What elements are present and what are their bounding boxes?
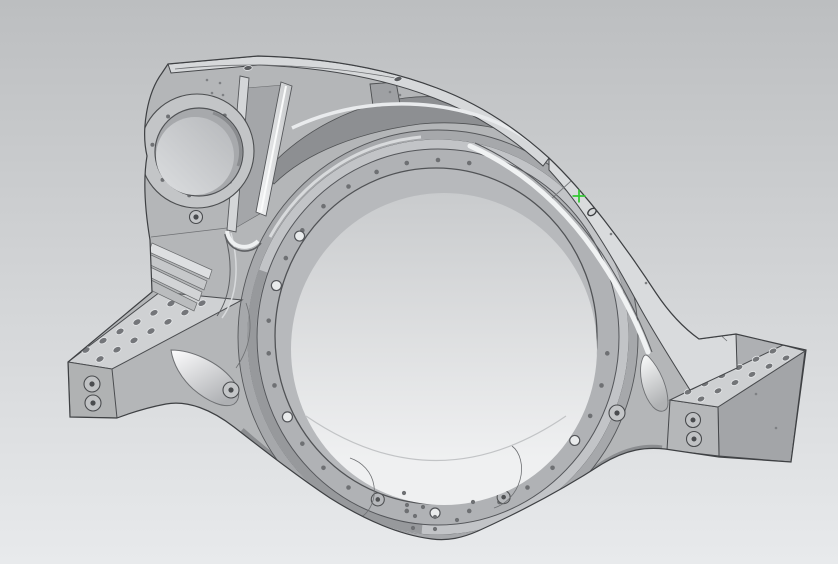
hole-feature: [266, 318, 271, 323]
hole-feature: [321, 204, 326, 209]
hole-feature: [271, 281, 281, 291]
hole-feature: [404, 161, 409, 166]
hole-feature: [166, 115, 170, 119]
hole-feature: [436, 158, 441, 163]
hole-feature: [346, 485, 351, 490]
hole-feature: [300, 441, 305, 446]
hole-feature: [645, 282, 648, 285]
hole-feature: [389, 91, 392, 94]
hole-feature: [588, 414, 593, 419]
hole-feature: [599, 383, 604, 388]
hole-feature: [610, 233, 613, 236]
hole-feature: [89, 381, 94, 386]
hole-feature: [413, 514, 417, 518]
hole-feature: [525, 485, 530, 490]
hole-feature: [193, 214, 198, 219]
hole-feature: [570, 435, 580, 445]
hole-feature: [501, 495, 506, 500]
hole-feature: [266, 351, 271, 356]
hole-feature: [375, 497, 380, 502]
hole-feature: [222, 94, 225, 97]
hole-feature: [411, 526, 415, 530]
hole-feature: [467, 509, 472, 514]
model-canvas[interactable]: [0, 0, 838, 564]
hole-feature: [228, 387, 233, 392]
cad-viewport[interactable]: [0, 0, 838, 564]
hole-feature: [90, 400, 95, 405]
hole-feature: [775, 427, 778, 430]
hole-feature: [755, 393, 758, 396]
hole-feature: [150, 143, 154, 147]
hole-feature: [421, 505, 425, 509]
hole-feature: [614, 410, 619, 415]
hole-feature: [206, 79, 209, 82]
hole-feature: [605, 351, 610, 356]
hole-feature: [219, 82, 222, 85]
hole-feature: [455, 518, 459, 522]
bore-inner-light: [291, 193, 597, 505]
hole-feature: [471, 500, 475, 504]
hole-feature: [405, 503, 409, 507]
hole-feature: [404, 509, 409, 514]
hole-feature: [467, 161, 472, 166]
hole-feature: [346, 184, 351, 189]
hole-feature: [284, 256, 289, 261]
hole-feature: [282, 412, 292, 422]
hole-feature: [211, 92, 214, 95]
hole-feature: [433, 515, 437, 519]
bearing-boss: [140, 94, 254, 208]
hole-feature: [295, 231, 305, 241]
hole-feature: [550, 466, 555, 471]
hole-feature: [374, 170, 379, 175]
hole-feature: [321, 466, 326, 471]
hole-feature: [692, 437, 697, 442]
hole-feature: [272, 383, 277, 388]
boss-bore-inner: [156, 117, 234, 195]
hole-feature: [399, 94, 402, 97]
hole-feature: [691, 418, 696, 423]
hole-feature: [433, 527, 437, 531]
hole-feature: [402, 491, 406, 495]
